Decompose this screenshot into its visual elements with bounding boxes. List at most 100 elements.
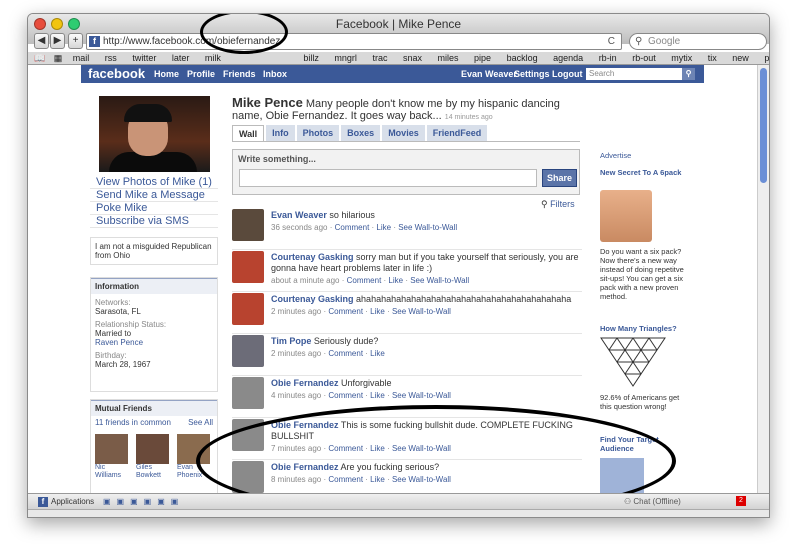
friend-name[interactable]: Giles Bowkett bbox=[136, 464, 169, 480]
like-link[interactable]: Like bbox=[370, 349, 385, 358]
bookmark-item[interactable]: backlog bbox=[507, 52, 538, 64]
comment-link[interactable]: Comment bbox=[328, 349, 363, 358]
search-field[interactable]: ⚲ Google bbox=[629, 33, 767, 50]
friend-name[interactable]: Nic Williams bbox=[95, 464, 128, 480]
mutual-friends-box: Mutual Friends 11 friends in common See … bbox=[90, 399, 218, 493]
advertise-link[interactable]: Advertise bbox=[600, 151, 631, 160]
bookmark-item[interactable]: later bbox=[172, 52, 190, 64]
notification-badge[interactable]: 2 bbox=[736, 496, 746, 506]
wall-to-wall-link[interactable]: See Wall-to-Wall bbox=[398, 223, 457, 232]
chat-button[interactable]: ⚇ Chat (Offline) bbox=[624, 494, 681, 510]
scrollbar-thumb[interactable] bbox=[760, 68, 767, 183]
poster-name[interactable]: Tim Pope bbox=[271, 336, 311, 346]
ad-title[interactable]: New Secret To A 6pack bbox=[600, 168, 690, 177]
spouse-link[interactable]: Raven Pence bbox=[95, 338, 143, 347]
bookmark-item[interactable]: snax bbox=[403, 52, 422, 64]
tab-wall[interactable]: Wall bbox=[232, 125, 265, 141]
reload-icon[interactable]: C bbox=[608, 34, 615, 49]
like-link[interactable]: Like bbox=[370, 307, 385, 316]
share-button[interactable]: Share bbox=[542, 169, 577, 187]
back-button[interactable]: ◀ bbox=[34, 33, 49, 49]
see-all-link[interactable]: See All bbox=[188, 418, 213, 427]
add-bookmark-button[interactable]: + bbox=[68, 33, 83, 49]
forward-button[interactable]: ▶ bbox=[50, 33, 65, 49]
ad-image[interactable] bbox=[600, 190, 652, 242]
tab-photos[interactable]: Photos bbox=[296, 125, 340, 141]
bookmark-item[interactable]: milk bbox=[205, 52, 221, 64]
nav-home[interactable]: Home bbox=[154, 69, 179, 79]
poster-name[interactable]: Evan Weaver bbox=[271, 210, 327, 220]
url-field[interactable]: f http://www.facebook.com/obiefernandez … bbox=[86, 33, 622, 50]
like-link[interactable]: Like bbox=[370, 391, 385, 400]
app-shortcut-icons[interactable]: ▣▣▣▣▣▣ bbox=[103, 494, 184, 510]
bookmark-item[interactable]: new bbox=[732, 52, 749, 64]
nav-user-name[interactable]: Evan Weaver bbox=[461, 69, 517, 79]
book-icon[interactable]: 📖 bbox=[34, 52, 45, 64]
grid-icon[interactable]: ▦ bbox=[54, 52, 63, 64]
nav-inbox[interactable]: Inbox bbox=[263, 69, 287, 79]
poster-avatar[interactable] bbox=[232, 293, 264, 325]
poke-link[interactable]: Poke Mike bbox=[96, 202, 147, 214]
poster-name[interactable]: Obie Fernandez bbox=[271, 378, 339, 388]
facebook-icon[interactable]: f bbox=[38, 497, 48, 507]
information-header: Information bbox=[91, 278, 217, 294]
poster-avatar[interactable] bbox=[232, 209, 264, 241]
wall-post: Tim Pope Seriously dude? 2 minutes ago ·… bbox=[232, 334, 582, 376]
wall-post-input[interactable] bbox=[239, 169, 537, 187]
ad-title[interactable]: How Many Triangles? bbox=[600, 324, 695, 333]
comment-link[interactable]: Comment bbox=[335, 223, 370, 232]
profile-picture[interactable] bbox=[99, 96, 210, 172]
tab-boxes[interactable]: Boxes bbox=[341, 125, 381, 141]
bookmark-item[interactable]: tix bbox=[708, 52, 717, 64]
bookmarks-bar: 📖 ▦ mail rss twitter later milk billz mn… bbox=[28, 52, 769, 65]
subscribe-sms-link[interactable]: Subscribe via SMS bbox=[96, 215, 189, 227]
bookmark-item[interactable]: twitter bbox=[132, 52, 156, 64]
comment-link[interactable]: Comment bbox=[347, 276, 382, 285]
bookmark-item[interactable]: rb-in bbox=[599, 52, 617, 64]
view-photos-link[interactable]: View Photos of Mike (1) bbox=[96, 176, 212, 188]
nav-logout[interactable]: Logout bbox=[552, 69, 583, 79]
birthday-value: March 28, 1967 bbox=[95, 360, 151, 369]
vertical-scrollbar[interactable] bbox=[757, 65, 769, 493]
bookmark-item[interactable]: billz bbox=[303, 52, 319, 64]
triangles-image[interactable] bbox=[600, 337, 666, 387]
friend-tile[interactable]: Nic Williams bbox=[95, 434, 128, 480]
like-link[interactable]: Like bbox=[376, 223, 391, 232]
facebook-logo[interactable]: facebook bbox=[88, 66, 145, 81]
friends-in-common-link[interactable]: 11 friends in common bbox=[95, 418, 171, 427]
comment-link[interactable]: Comment bbox=[328, 307, 363, 316]
bookmark-item[interactable]: rb-out bbox=[632, 52, 656, 64]
bookmark-item[interactable]: miles bbox=[438, 52, 459, 64]
tab-info[interactable]: Info bbox=[266, 125, 295, 141]
bookmark-item[interactable]: agenda bbox=[553, 52, 583, 64]
send-message-link[interactable]: Send Mike a Message bbox=[96, 189, 205, 201]
poster-avatar[interactable] bbox=[232, 251, 264, 283]
wall-to-wall-link[interactable]: See Wall-to-Wall bbox=[392, 307, 451, 316]
comment-link[interactable]: Comment bbox=[328, 391, 363, 400]
tab-friendfeed[interactable]: FriendFeed bbox=[426, 125, 488, 141]
bookmark-item[interactable]: rss bbox=[105, 52, 117, 64]
nav-settings[interactable]: Settings bbox=[514, 69, 550, 79]
nav-friends[interactable]: Friends bbox=[223, 69, 256, 79]
post-text: Unforgivable bbox=[341, 378, 392, 388]
nav-profile[interactable]: Profile bbox=[187, 69, 215, 79]
search-icon[interactable]: ⚲ bbox=[682, 68, 695, 80]
wall-to-wall-link[interactable]: See Wall-to-Wall bbox=[392, 391, 451, 400]
wall-to-wall-link[interactable]: See Wall-to-Wall bbox=[410, 276, 469, 285]
bookmark-item[interactable]: mytix bbox=[671, 52, 692, 64]
browser-window: Facebook | Mike Pence ◀ ▶ + f http://www… bbox=[27, 13, 770, 518]
bookmark-item[interactable]: pnc bbox=[764, 52, 769, 64]
bookmark-item[interactable]: mngrl bbox=[334, 52, 357, 64]
poster-avatar[interactable] bbox=[232, 377, 264, 409]
like-link[interactable]: Like bbox=[388, 276, 403, 285]
tab-movies[interactable]: Movies bbox=[382, 125, 425, 141]
applications-button[interactable]: Applications bbox=[51, 494, 94, 510]
poster-name[interactable]: Courtenay Gasking bbox=[271, 252, 354, 262]
bookmark-item[interactable]: mail bbox=[73, 52, 90, 64]
fb-search-input[interactable]: Search bbox=[586, 68, 682, 80]
poster-name[interactable]: Courtenay Gasking bbox=[271, 294, 354, 304]
poster-avatar[interactable] bbox=[232, 335, 264, 367]
friend-tile[interactable]: Giles Bowkett bbox=[136, 434, 169, 480]
bookmark-item[interactable]: pipe bbox=[474, 52, 491, 64]
bookmark-item[interactable]: trac bbox=[372, 52, 387, 64]
